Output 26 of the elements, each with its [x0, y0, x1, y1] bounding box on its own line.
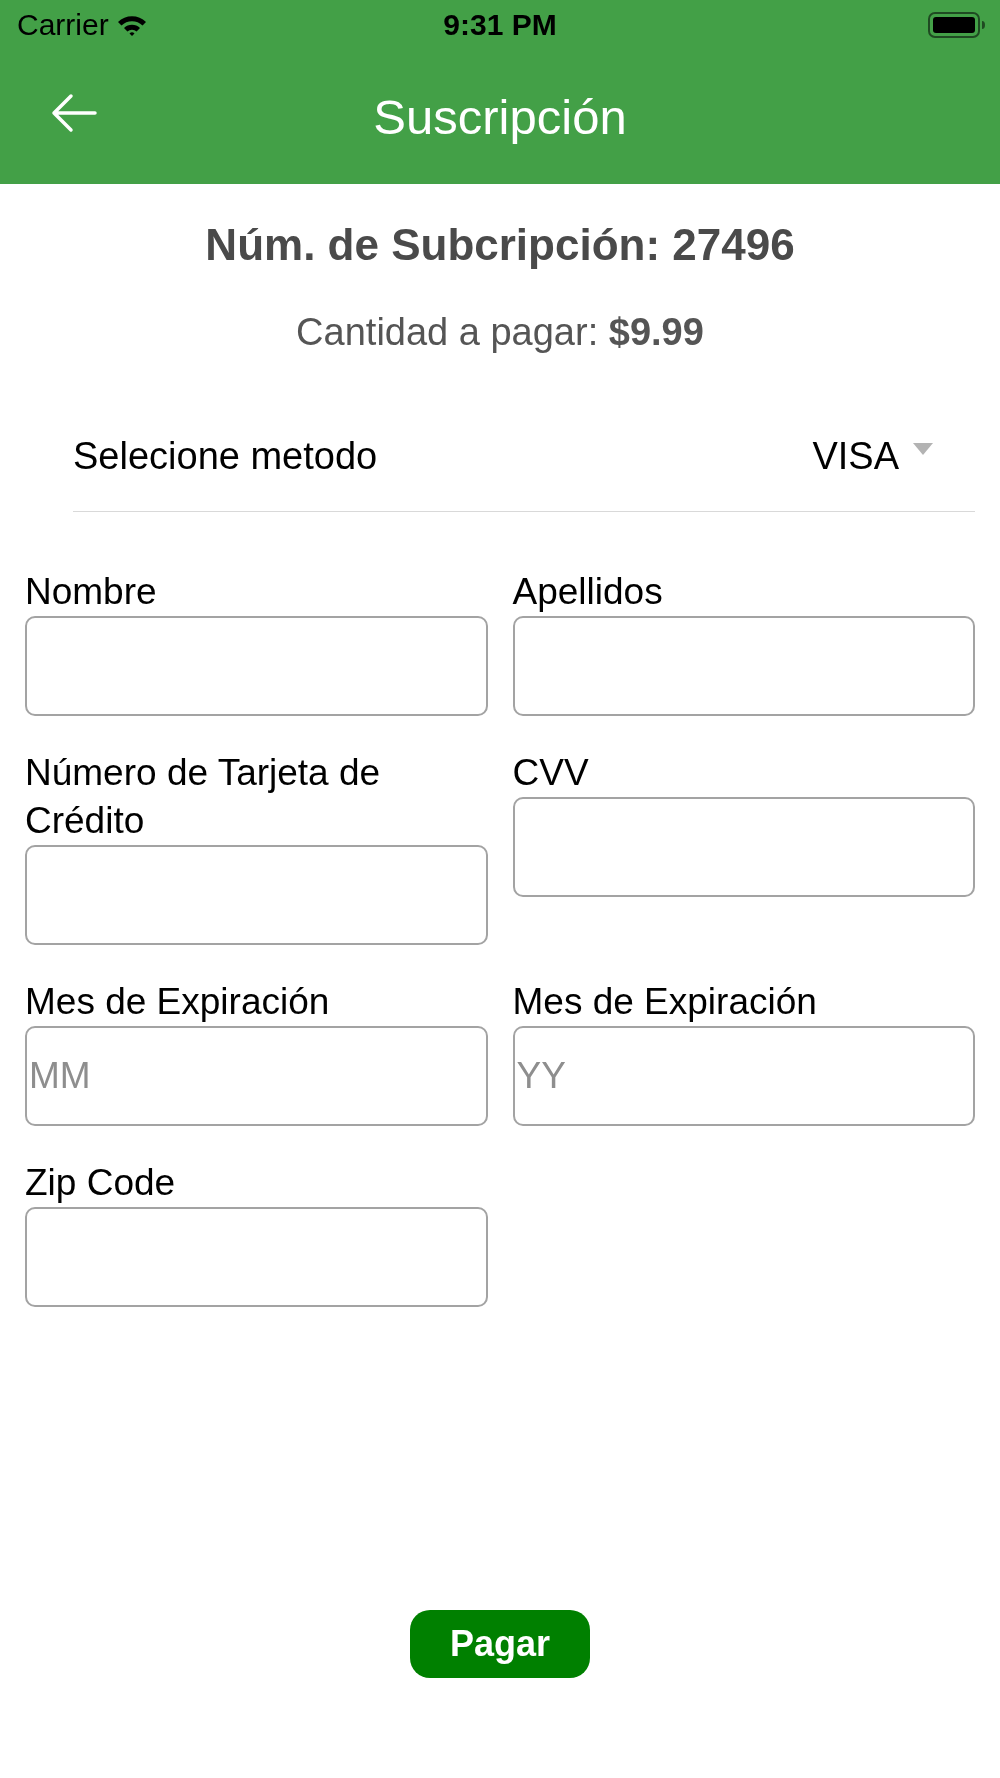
field-label: Nombre	[25, 570, 158, 614]
field-label: CVV	[512, 751, 590, 795]
text-field[interactable]: MM	[25, 1026, 488, 1126]
field-label: Número de Tarjeta de Crédito	[25, 751, 382, 843]
payment-method-label: Selecione metodo	[73, 434, 378, 479]
text-field[interactable]	[25, 1207, 488, 1307]
text-field[interactable]: YY	[512, 1026, 975, 1126]
battery-icon	[928, 12, 986, 38]
payment-method-select[interactable]: VISA	[812, 432, 933, 480]
text-field[interactable]	[512, 797, 975, 897]
field-label: Mes de Expiración	[25, 980, 331, 1024]
field-label: Mes de Expiración	[512, 980, 818, 1024]
carrier-name: Carrier	[17, 10, 109, 40]
field-label: Apellidos	[512, 570, 664, 614]
amount-due: Cantidad a pagar: $9.99	[296, 310, 704, 355]
pay-button[interactable]: Pagar	[410, 1610, 590, 1678]
text-field[interactable]	[512, 616, 975, 716]
text-field[interactable]	[25, 845, 488, 945]
status-time: 9:31 PM	[443, 10, 557, 40]
wifi-icon	[116, 14, 147, 36]
field-label: Zip Code	[25, 1161, 177, 1205]
back-arrow-icon[interactable]	[51, 93, 97, 133]
caret-icon	[913, 443, 933, 455]
subscription-number: Núm. de Subcripción: 27496	[205, 220, 795, 270]
screen-title: Suscripción	[373, 92, 627, 142]
text-field[interactable]	[25, 616, 488, 716]
